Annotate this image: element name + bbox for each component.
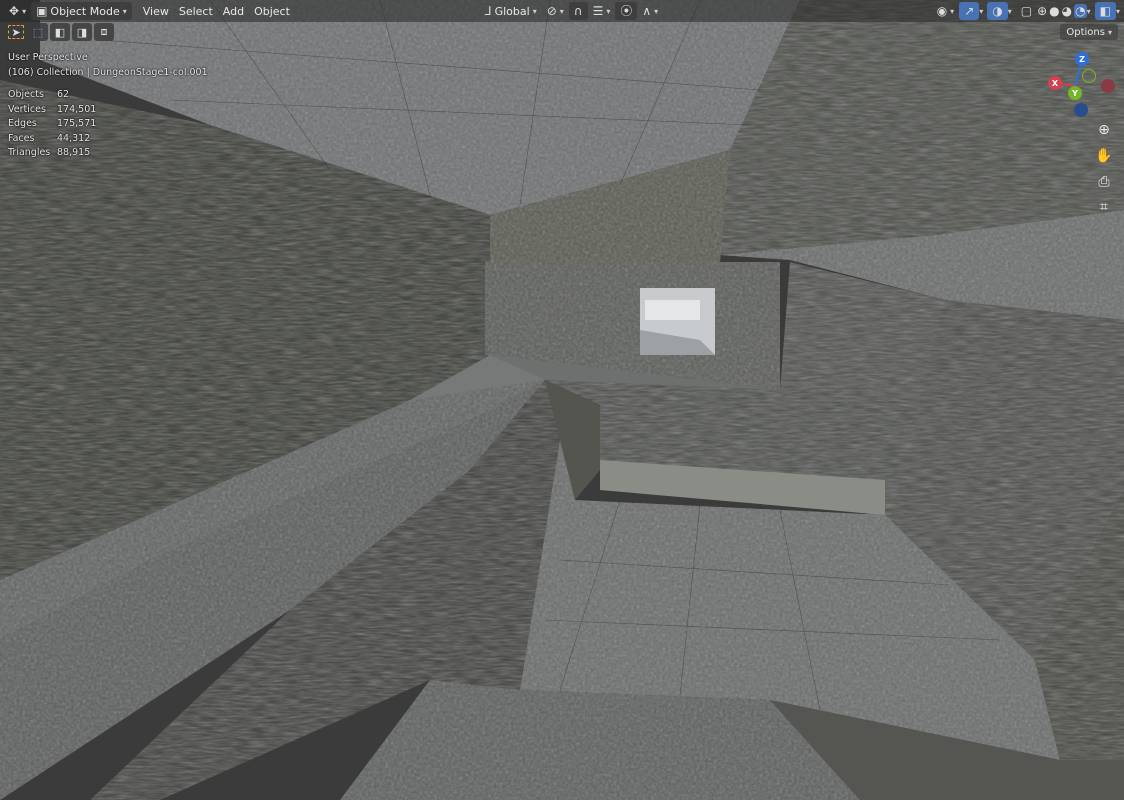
snap-magnet-icon: ∩ bbox=[573, 4, 583, 18]
mode-label: Object Mode bbox=[50, 4, 120, 18]
menu-view[interactable]: View bbox=[138, 2, 174, 20]
stat-row-triangles: Triangles 88,915 bbox=[8, 146, 96, 161]
scene-statistics: Objects 62 Vertices 174,501 Edges 175,57… bbox=[8, 88, 96, 161]
eye-icon: ◉ bbox=[936, 4, 948, 18]
falloff-curve-icon: ∧ bbox=[642, 4, 652, 18]
cursor-arrow-icon: ➤ bbox=[11, 25, 21, 39]
gizmo-icon: ↗ bbox=[964, 4, 975, 18]
stat-value: 88,915 bbox=[57, 147, 91, 158]
editor-type-button[interactable]: ✥ ▾ bbox=[4, 2, 31, 20]
chevron-down-icon[interactable]: ▾ bbox=[979, 7, 983, 16]
menu-add[interactable]: Add bbox=[218, 2, 249, 20]
perspective-label: User Perspective bbox=[8, 52, 88, 63]
menu-object[interactable]: Object bbox=[249, 2, 295, 20]
sidebar-toggle[interactable]: ◧ bbox=[1094, 2, 1116, 20]
stat-label: Edges bbox=[8, 118, 37, 129]
shading-group: ⊕ ● ◕ ◔ bbox=[1037, 4, 1087, 18]
pivot-select[interactable]: ⊘ ▾ bbox=[542, 2, 569, 20]
gizmo-toggle[interactable]: ↗ bbox=[959, 2, 980, 20]
select-new-icon: ⬚ bbox=[32, 25, 44, 39]
viewport-header: ✥ ▾ ▣ Object Mode ▾ View Select Add Obje… bbox=[0, 0, 1124, 22]
gizmo-neg-z-axis[interactable] bbox=[1074, 103, 1088, 117]
overlays-toggle[interactable]: ◑ bbox=[987, 2, 1008, 20]
material-shading-icon[interactable]: ◕ bbox=[1062, 5, 1072, 17]
transform-orientation-icon: ⅃ bbox=[484, 4, 492, 18]
gizmo-y-axis[interactable]: Y bbox=[1068, 86, 1082, 100]
options-label: Options bbox=[1066, 26, 1105, 38]
collection-label: (106) Collection | DungeonStage1-col.001 bbox=[8, 67, 208, 78]
chevron-down-icon: ▾ bbox=[122, 6, 127, 16]
3d-viewport[interactable]: ✥ ▾ ▣ Object Mode ▾ View Select Add Obje… bbox=[0, 0, 1124, 800]
snap-target-select[interactable]: ☰ ▾ bbox=[588, 2, 616, 20]
gizmo-z-axis[interactable]: Z bbox=[1075, 52, 1089, 66]
snap-toggle[interactable]: ∩ bbox=[568, 2, 588, 20]
chevron-down-icon: ▾ bbox=[559, 6, 564, 16]
stat-label: Faces bbox=[8, 132, 35, 144]
select-extend-icon: ◧ bbox=[54, 25, 66, 39]
sidebar-panel-icon: ◧ bbox=[1099, 4, 1111, 18]
stat-value: 175,571 bbox=[57, 118, 97, 129]
visibility-select[interactable]: ◉ ▾ bbox=[932, 2, 960, 20]
menu-select[interactable]: Select bbox=[174, 2, 218, 20]
stat-row-faces: Faces 44,312 bbox=[8, 132, 96, 147]
navigation-gizmo[interactable]: Z X Y bbox=[1040, 48, 1120, 122]
dungeon-scene bbox=[0, 0, 1124, 800]
grid-ortho-icon[interactable]: ⌗ bbox=[1094, 197, 1114, 217]
chevron-down-icon[interactable]: ▾ bbox=[1116, 7, 1120, 16]
chevron-down-icon: ▾ bbox=[532, 6, 537, 16]
chevron-down-icon: ▾ bbox=[950, 6, 955, 16]
options-button[interactable]: Options ▾ bbox=[1060, 24, 1118, 40]
select-extend-button[interactable]: ◧ bbox=[50, 23, 70, 41]
stat-row-edges: Edges 175,571 bbox=[8, 117, 96, 132]
orientation-select[interactable]: ⅃ Global ▾ bbox=[480, 2, 542, 20]
object-mode-icon: ▣ bbox=[36, 4, 48, 18]
stat-value: 174,501 bbox=[57, 103, 97, 115]
pan-hand-icon[interactable]: ✋ bbox=[1094, 146, 1114, 166]
gizmo-neg-x-axis[interactable] bbox=[1101, 79, 1115, 93]
select-subtract-button[interactable]: ◨ bbox=[72, 23, 92, 41]
select-tool-button[interactable]: ➤ bbox=[6, 23, 26, 41]
chevron-down-icon: ▾ bbox=[606, 6, 611, 16]
stat-value: 62 bbox=[57, 89, 70, 100]
zoom-icon[interactable]: ⊕ bbox=[1094, 120, 1114, 140]
chevron-down-icon: ▾ bbox=[654, 6, 659, 16]
camera-view-icon[interactable]: ⎙ bbox=[1094, 172, 1114, 192]
falloff-select[interactable]: ∧ ▾ bbox=[637, 2, 663, 20]
viewport-info: User Perspective (106) Collection | Dung… bbox=[8, 50, 208, 80]
chevron-down-icon: ▾ bbox=[22, 6, 27, 16]
stat-row-vertices: Vertices 174,501 bbox=[8, 103, 96, 118]
select-subtract-icon: ◨ bbox=[76, 25, 88, 39]
wireframe-shading-icon[interactable]: ⊕ bbox=[1037, 5, 1047, 17]
snap-increment-icon: ☰ bbox=[592, 4, 604, 18]
stat-value: 44,312 bbox=[57, 132, 91, 144]
gizmo-neg-y-axis[interactable] bbox=[1082, 69, 1096, 83]
mode-select[interactable]: ▣ Object Mode ▾ bbox=[31, 2, 132, 20]
select-intersect-icon: ⧈ bbox=[100, 25, 108, 38]
stat-label: Objects bbox=[8, 89, 44, 100]
rendered-shading-icon[interactable]: ◔ bbox=[1074, 4, 1087, 18]
xray-icon: ▢ bbox=[1020, 4, 1033, 18]
overlays-icon: ◑ bbox=[992, 4, 1003, 18]
chevron-down-icon[interactable]: ▾ bbox=[1008, 7, 1012, 16]
select-new-button[interactable]: ⬚ bbox=[28, 23, 48, 41]
viewport-editor-icon: ✥ bbox=[9, 4, 20, 18]
chevron-down-icon[interactable]: ▾ bbox=[1087, 7, 1091, 16]
stat-label: Vertices bbox=[8, 103, 46, 115]
orientation-label: Global bbox=[494, 4, 530, 18]
xray-toggle[interactable]: ▢ bbox=[1016, 2, 1037, 20]
solid-shading-icon[interactable]: ● bbox=[1049, 5, 1059, 17]
stat-label: Triangles bbox=[8, 147, 51, 158]
select-intersect-button[interactable]: ⧈ bbox=[94, 23, 114, 41]
selection-mode-row: ➤ ⬚ ◧ ◨ ⧈ bbox=[6, 23, 114, 41]
gizmo-x-axis[interactable]: X bbox=[1048, 76, 1062, 90]
proportional-edit-icon: ⦿ bbox=[620, 4, 633, 18]
pivot-icon: ⊘ bbox=[546, 4, 557, 18]
stat-row-objects: Objects 62 bbox=[8, 88, 96, 103]
chevron-down-icon: ▾ bbox=[1107, 27, 1112, 37]
proportional-edit-toggle[interactable]: ⦿ bbox=[615, 2, 638, 20]
